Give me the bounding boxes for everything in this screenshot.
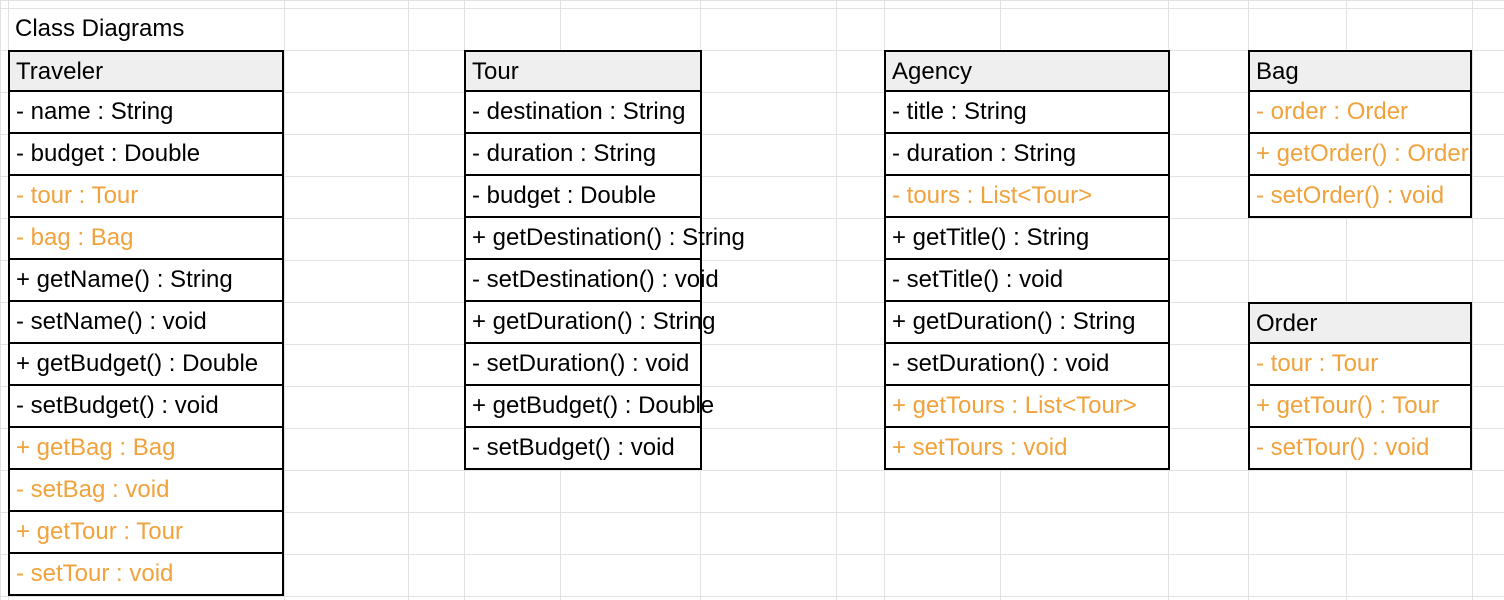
traveler-member-row[interactable]: - bag : Bag — [8, 218, 284, 260]
tour-member-row[interactable]: - setDuration() : void — [464, 344, 702, 386]
traveler-member-row[interactable]: - tour : Tour — [8, 176, 284, 218]
traveler-member-row[interactable]: + getBag : Bag — [8, 428, 284, 470]
agency-member-row[interactable]: - tours : List<Tour> — [884, 176, 1170, 218]
order-member-row[interactable]: - tour : Tour — [1248, 344, 1472, 386]
agency-member-row[interactable]: + getTours : List<Tour> — [884, 386, 1170, 428]
agency-member-row[interactable]: - duration : String — [884, 134, 1170, 176]
agency-member-row[interactable]: - setTitle() : void — [884, 260, 1170, 302]
tour-member-row[interactable]: - setDestination() : void — [464, 260, 719, 302]
agency-member-row[interactable]: + setTours : void — [884, 428, 1170, 470]
tour-member-row[interactable]: - destination : String — [464, 92, 702, 134]
agency-member-row[interactable]: - title : String — [884, 92, 1170, 134]
tour-member-row[interactable]: + getDestination() : String — [464, 218, 745, 260]
agency-member-row[interactable]: + getDuration() : String — [884, 302, 1170, 344]
traveler-member-row[interactable]: - setBudget() : void — [8, 386, 284, 428]
bag-member-row[interactable]: - order : Order — [1248, 92, 1472, 134]
tour-member-row[interactable]: + getDuration() : String — [464, 302, 715, 344]
traveler-member-row[interactable]: - setBag : void — [8, 470, 284, 512]
bag-class-header[interactable]: Bag — [1248, 50, 1472, 92]
traveler-member-row[interactable]: - budget : Double — [8, 134, 284, 176]
traveler-member-row[interactable]: - setName() : void — [8, 302, 284, 344]
traveler-member-row[interactable]: - setTour : void — [8, 554, 284, 596]
order-member-row[interactable]: + getTour() : Tour — [1248, 386, 1472, 428]
traveler-class-header[interactable]: Traveler — [8, 50, 284, 92]
order-class-header[interactable]: Order — [1248, 302, 1472, 344]
tour-member-row[interactable]: + getBudget() : Double — [464, 386, 714, 428]
traveler-member-row[interactable]: + getBudget() : Double — [8, 344, 284, 386]
agency-class-header[interactable]: Agency — [884, 50, 1170, 92]
traveler-member-row[interactable]: + getName() : String — [8, 260, 284, 302]
agency-member-row[interactable]: - setDuration() : void — [884, 344, 1170, 386]
bag-member-row[interactable]: + getOrder() : Order — [1248, 134, 1472, 176]
tour-member-row[interactable]: - duration : String — [464, 134, 702, 176]
sheet-title[interactable]: Class Diagrams — [8, 8, 284, 50]
traveler-member-row[interactable]: + getTour : Tour — [8, 512, 284, 554]
bag-member-row[interactable]: - setOrder() : void — [1248, 176, 1472, 218]
tour-member-row[interactable]: - budget : Double — [464, 176, 702, 218]
agency-member-row[interactable]: + getTitle() : String — [884, 218, 1170, 260]
traveler-member-row[interactable]: - name : String — [8, 92, 284, 134]
order-member-row[interactable]: - setTour() : void — [1248, 428, 1472, 470]
tour-class-header[interactable]: Tour — [464, 50, 702, 92]
tour-member-row[interactable]: - setBudget() : void — [464, 428, 702, 470]
